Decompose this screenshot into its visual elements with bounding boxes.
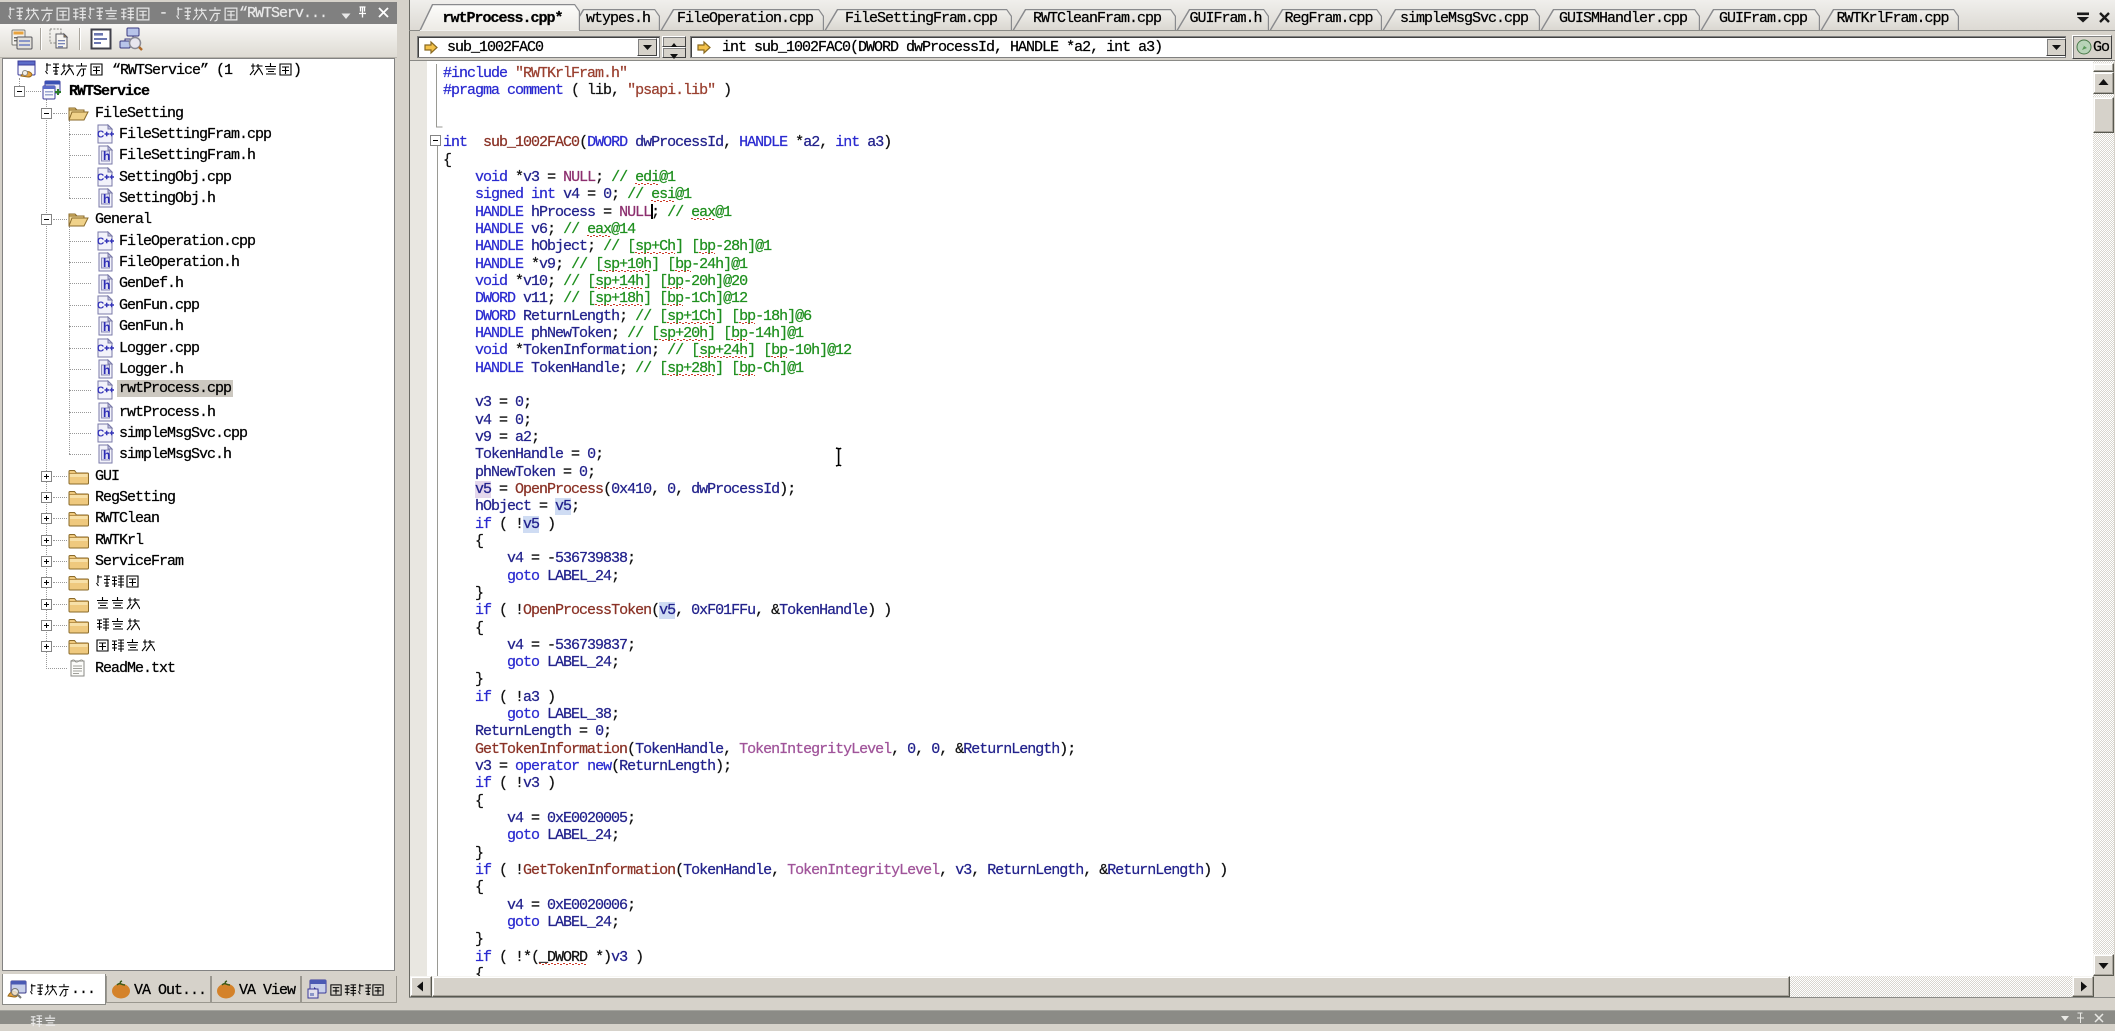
svg-text:h: h bbox=[103, 278, 110, 292]
svg-text:C: C bbox=[97, 386, 104, 397]
svg-text:C: C bbox=[97, 343, 104, 354]
svg-text:h: h bbox=[103, 320, 110, 334]
svg-text:C: C bbox=[97, 130, 104, 141]
svg-text:h: h bbox=[103, 363, 110, 377]
svg-text:h: h bbox=[103, 256, 110, 270]
svg-text:h: h bbox=[103, 149, 110, 163]
svg-text:h: h bbox=[103, 192, 110, 206]
svg-text:h: h bbox=[103, 448, 110, 462]
svg-text:C: C bbox=[97, 236, 104, 247]
svg-text:C: C bbox=[97, 300, 104, 311]
svg-text:C: C bbox=[97, 428, 104, 439]
svg-text:h: h bbox=[103, 406, 110, 420]
svg-text:C: C bbox=[97, 172, 104, 183]
